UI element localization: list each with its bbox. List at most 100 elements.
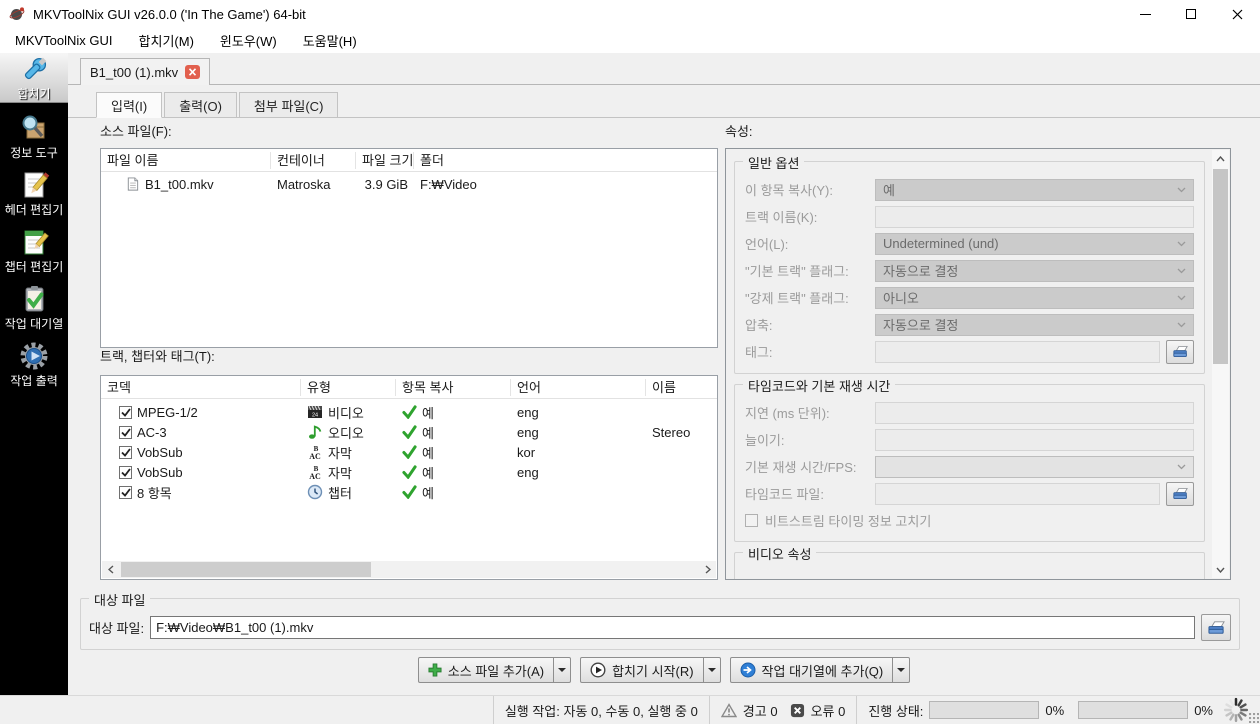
tracks-label: 트랙, 챕터와 태그(T): xyxy=(100,349,215,364)
sidebar-item-job-queue[interactable]: 작업 대기열 xyxy=(0,278,68,335)
track-language: eng xyxy=(517,464,539,480)
col-folder[interactable]: 폴더 xyxy=(414,152,717,169)
start-muxing-menu-arrow[interactable] xyxy=(703,657,721,683)
close-icon xyxy=(1232,9,1242,19)
scroll-thumb[interactable] xyxy=(121,562,371,577)
track-checkbox[interactable] xyxy=(119,445,132,459)
track-name-input xyxy=(875,205,1194,228)
timecode-browse-button[interactable] xyxy=(1166,481,1194,506)
col-codec[interactable]: 코덱 xyxy=(101,378,301,396)
col-file-name[interactable]: 파일 이름 xyxy=(101,151,271,169)
error-icon xyxy=(790,703,804,717)
menu-help[interactable]: 도움말(H) xyxy=(290,28,370,53)
close-button[interactable] xyxy=(1214,0,1260,28)
tab-output[interactable]: 출력(O) xyxy=(164,92,237,117)
scroll-track[interactable] xyxy=(1212,167,1229,561)
track-row[interactable]: AC-3 오디오 예 eng Stereo xyxy=(101,422,717,442)
col-type[interactable]: 유형 xyxy=(301,378,396,396)
col-language[interactable]: 언어 xyxy=(511,378,646,396)
track-name: Stereo xyxy=(652,424,691,440)
destination-browse-button[interactable] xyxy=(1201,613,1231,641)
tracks-table[interactable]: 코덱 유형 항목 복사 언어 이름 MPEG-1/2 24 비디오 예 eng xyxy=(100,375,718,580)
source-files-table[interactable]: 파일 이름 컨테이너 파일 크기 폴더 B1_t00.mkv Matroska … xyxy=(100,148,718,348)
destination-input[interactable]: F:₩Video₩B1_t00 (1).mkv xyxy=(150,615,1195,639)
tab-close-icon[interactable] xyxy=(185,65,201,79)
start-muxing-button[interactable]: 합치기 시작(R) xyxy=(580,657,704,683)
jobs-status-segment: 실행 작업: 자동 0, 수동 0, 실행 중 0 xyxy=(492,696,709,724)
track-row[interactable]: 8 항목 챕터 예 xyxy=(101,482,717,502)
tool-sidebar: 합치기 정보 도구 헤더 편집기 챕터 편집기 작업 대기열 작업 출력 xyxy=(0,53,68,695)
track-checkbox[interactable] xyxy=(119,405,132,419)
track-copy: 예 xyxy=(422,445,434,461)
default-track-flag-label: "기본 트랙" 플래그: xyxy=(745,264,849,279)
track-checkbox[interactable] xyxy=(119,425,132,439)
menu-merge[interactable]: 합치기(M) xyxy=(126,28,207,53)
tab-input[interactable]: 입력(I) xyxy=(96,92,163,118)
resize-grip[interactable] xyxy=(1249,713,1259,723)
properties-vertical-scrollbar[interactable] xyxy=(1212,150,1229,578)
tags-browse-button[interactable] xyxy=(1166,339,1194,364)
track-row[interactable]: MPEG-1/2 24 비디오 예 eng xyxy=(101,402,717,422)
stretch-input xyxy=(875,428,1194,451)
col-copy-item[interactable]: 항목 복사 xyxy=(396,378,511,396)
file-tab[interactable]: B1_t00 (1).mkv xyxy=(80,58,211,85)
minimize-button[interactable] xyxy=(1122,0,1168,28)
plus-icon xyxy=(428,663,442,677)
sidebar-item-header-editor[interactable]: 헤더 편집기 xyxy=(0,164,68,221)
track-type: 챕터 xyxy=(328,485,352,501)
sidebar-item-job-output[interactable]: 작업 출력 xyxy=(0,335,68,392)
sidebar-item-label: 챕터 편집기 xyxy=(4,260,64,274)
sidebar-item-merge[interactable]: 합치기 xyxy=(0,53,68,103)
menu-mkvtoolnix-gui[interactable]: MKVToolNix GUI xyxy=(2,30,126,51)
svg-text:AC: AC xyxy=(309,472,321,480)
source-file-row[interactable]: B1_t00.mkv Matroska 3.9 GiB F:₩Video xyxy=(101,172,717,196)
progress-label: 진행 상태: xyxy=(868,703,924,719)
progress-segment: 진행 상태: 0% 0% xyxy=(856,696,1260,724)
sidebar-item-label: 작업 출력 xyxy=(10,374,58,388)
add-to-queue-menu-arrow[interactable] xyxy=(893,657,911,683)
maximize-button[interactable] xyxy=(1168,0,1214,28)
track-type: 자막 xyxy=(328,445,352,461)
warnings-count: 경고 0 xyxy=(742,703,778,719)
sidebar-item-label: 작업 대기열 xyxy=(4,317,64,331)
scroll-right-arrow[interactable] xyxy=(699,561,716,578)
status-bar: 실행 작업: 자동 0, 수동 0, 실행 중 0 경고 0 오류 0 진행 상… xyxy=(0,695,1260,724)
track-type: 자막 xyxy=(328,465,352,481)
track-checkbox[interactable] xyxy=(119,485,132,499)
copy-this-item-select: 예 xyxy=(875,178,1194,201)
select-value: 아니오 xyxy=(883,291,919,306)
scroll-up-arrow[interactable] xyxy=(1212,150,1229,167)
track-codec: 8 항목 xyxy=(137,485,172,501)
sidebar-item-info-tool[interactable]: 정보 도구 xyxy=(0,107,68,164)
timecode-file-label: 타임코드 파일: xyxy=(745,487,824,502)
scroll-left-arrow[interactable] xyxy=(102,561,119,578)
chapter-editor-icon xyxy=(24,230,49,255)
select-value: Undetermined (und) xyxy=(883,236,999,251)
col-container[interactable]: 컨테이너 xyxy=(271,151,356,169)
add-source-files-button[interactable]: 소스 파일 추가(A) xyxy=(417,657,555,683)
app-icon xyxy=(9,6,25,22)
chevron-down-icon xyxy=(1177,241,1186,246)
scroll-track[interactable] xyxy=(119,561,699,578)
tracks-horizontal-scrollbar[interactable] xyxy=(102,561,716,578)
track-checkbox[interactable] xyxy=(119,465,132,479)
scroll-thumb[interactable] xyxy=(1213,169,1228,364)
tab-attachments[interactable]: 첨부 파일(C) xyxy=(238,92,339,117)
sidebar-item-chapter-editor[interactable]: 챕터 편집기 xyxy=(0,221,68,278)
dropdown-arrow-icon xyxy=(707,668,716,672)
add-to-job-queue-button[interactable]: 작업 대기열에 추가(Q) xyxy=(729,657,894,683)
destination-legend: 대상 파일 xyxy=(89,590,151,609)
col-name[interactable]: 이름 xyxy=(646,379,717,396)
track-codec: AC-3 xyxy=(137,424,167,440)
track-row[interactable]: VobSub B AC 자막 예 kor xyxy=(101,442,717,462)
scroll-down-arrow[interactable] xyxy=(1212,561,1229,578)
track-codec: MPEG-1/2 xyxy=(137,404,198,420)
track-row[interactable]: VobSub B AC 자막 예 eng xyxy=(101,462,717,482)
svg-text:24: 24 xyxy=(312,413,318,419)
destination-group: 대상 파일 대상 파일: F:₩Video₩B1_t00 (1).mkv xyxy=(80,590,1240,650)
col-file-size[interactable]: 파일 크기 xyxy=(356,151,414,169)
menu-window[interactable]: 윈도우(W) xyxy=(207,28,290,53)
copy-yes-icon xyxy=(402,485,417,499)
add-source-files-menu-arrow[interactable] xyxy=(554,657,572,683)
source-file-size: 3.9 GiB xyxy=(364,176,408,192)
